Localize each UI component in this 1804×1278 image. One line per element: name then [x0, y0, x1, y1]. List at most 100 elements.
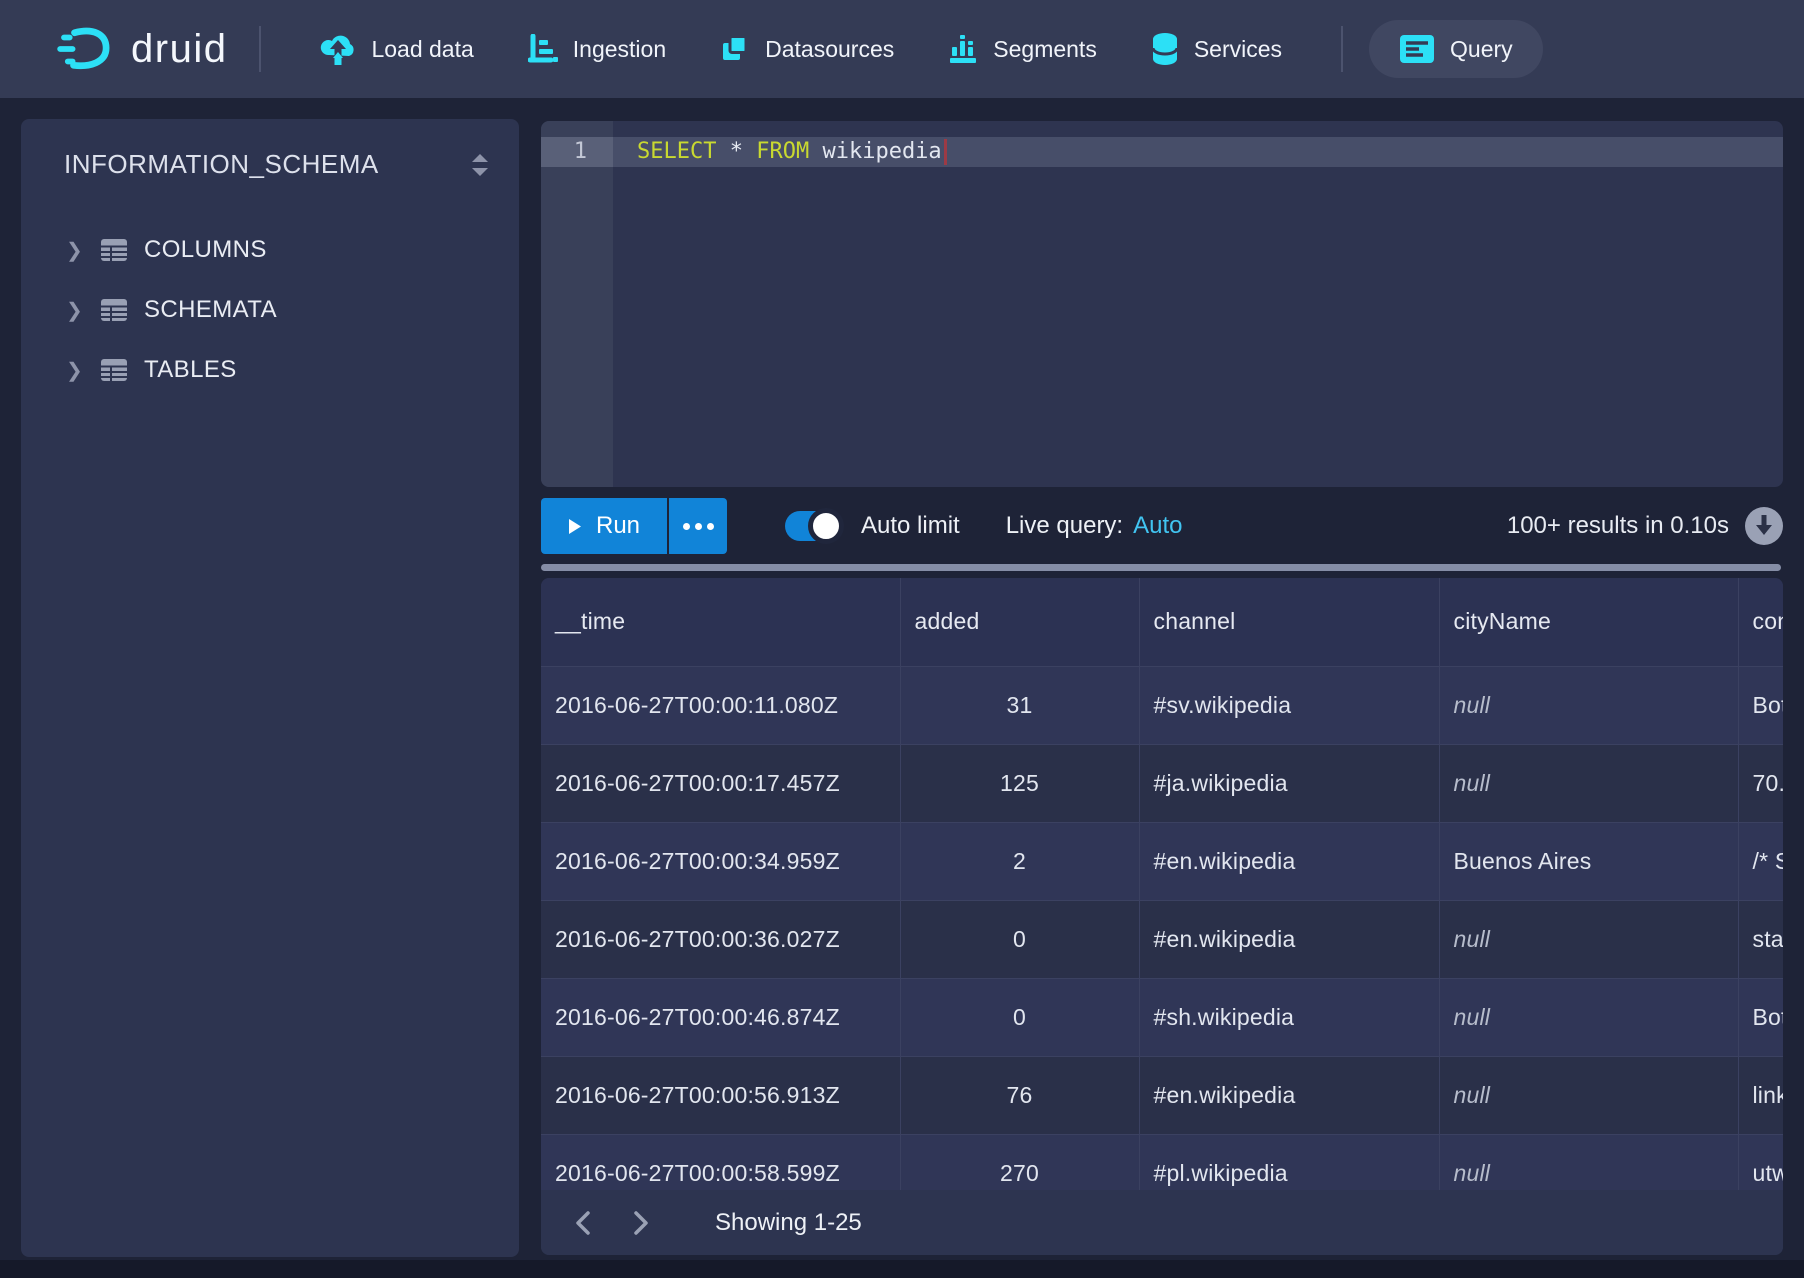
- nav-item-services[interactable]: Services: [1124, 20, 1309, 78]
- top-navbar: druid Load data Ingestion: [0, 0, 1804, 98]
- sql-editor[interactable]: 1 SELECT * FROM wikipedia: [541, 121, 1783, 487]
- cell-time[interactable]: 2016-06-27T00:00:17.457Z: [541, 744, 900, 822]
- cell-time[interactable]: 2016-06-27T00:00:46.874Z: [541, 978, 900, 1056]
- more-dots-icon: [683, 523, 690, 530]
- table-icon: [100, 296, 144, 324]
- cell-channel[interactable]: #sh.wikipedia: [1139, 978, 1439, 1056]
- nav-item-label: Segments: [993, 36, 1097, 63]
- cell-channel[interactable]: #en.wikipedia: [1139, 822, 1439, 900]
- nav-item-datasources[interactable]: Datasources: [693, 20, 921, 78]
- tree-item-schemata[interactable]: ❯ SCHEMATA: [21, 280, 519, 340]
- horizontal-scrollbar[interactable]: [541, 564, 1781, 571]
- sql-space: [743, 139, 756, 164]
- run-button[interactable]: Run: [541, 498, 667, 554]
- live-query-value[interactable]: Auto: [1133, 512, 1182, 540]
- auto-limit-toggle[interactable]: [785, 511, 841, 541]
- tree-item-tables[interactable]: ❯ TABLES: [21, 340, 519, 400]
- nav-item-label: Ingestion: [573, 36, 666, 63]
- table-icon: [100, 236, 144, 264]
- druid-logo[interactable]: druid: [57, 26, 227, 72]
- cell-added[interactable]: 76: [900, 1056, 1139, 1134]
- nav-item-query[interactable]: Query: [1369, 20, 1543, 78]
- previous-page-button[interactable]: [561, 1201, 605, 1245]
- nav-item-load-data[interactable]: Load data: [293, 20, 500, 78]
- cell-cityname[interactable]: null: [1439, 978, 1738, 1056]
- column-header-added[interactable]: added: [900, 578, 1139, 666]
- cell-cityname[interactable]: null: [1439, 666, 1738, 744]
- showing-range-label: Showing 1-25: [715, 1209, 862, 1237]
- sql-star: *: [730, 139, 743, 164]
- tree-item-label: TABLES: [144, 356, 237, 384]
- sql-space: [809, 139, 822, 164]
- chevron-right-icon[interactable]: ❯: [66, 358, 100, 383]
- results-summary: 100+ results in 0.10s: [1507, 512, 1729, 540]
- cell-added[interactable]: 31: [900, 666, 1139, 744]
- next-page-button[interactable]: [619, 1201, 663, 1245]
- column-header-comment[interactable]: comment: [1738, 578, 1783, 666]
- table-row[interactable]: 2016-06-27T00:00:58.599Z 270 #pl.wikiped…: [541, 1134, 1783, 1190]
- cell-time[interactable]: 2016-06-27T00:00:11.080Z: [541, 666, 900, 744]
- cell-comment[interactable]: /* S: [1738, 822, 1783, 900]
- cell-comment[interactable]: 70.: [1738, 744, 1783, 822]
- sql-text[interactable]: SELECT * FROM wikipedia: [613, 137, 1783, 167]
- sql-space: [716, 139, 729, 164]
- column-header-cityname[interactable]: cityName: [1439, 578, 1738, 666]
- cell-added[interactable]: 270: [900, 1134, 1139, 1190]
- download-results-button[interactable]: [1745, 507, 1783, 545]
- results-table: __time added channel cityName comment 20…: [541, 578, 1783, 1190]
- cell-channel[interactable]: #en.wikipedia: [1139, 1056, 1439, 1134]
- chevron-left-icon: [573, 1209, 593, 1237]
- cell-cityname[interactable]: null: [1439, 1134, 1738, 1190]
- cell-added[interactable]: 0: [900, 978, 1139, 1056]
- more-dots-icon: [707, 523, 714, 530]
- cell-channel[interactable]: #ja.wikipedia: [1139, 744, 1439, 822]
- cell-time[interactable]: 2016-06-27T00:00:34.959Z: [541, 822, 900, 900]
- cell-comment[interactable]: utw: [1738, 1134, 1783, 1190]
- table-row[interactable]: 2016-06-27T00:00:56.913Z 76 #en.wikipedi…: [541, 1056, 1783, 1134]
- cell-cityname[interactable]: null: [1439, 1056, 1738, 1134]
- tree-item-columns[interactable]: ❯ COLUMNS: [21, 220, 519, 280]
- cell-added[interactable]: 125: [900, 744, 1139, 822]
- editor-active-line[interactable]: 1 SELECT * FROM wikipedia: [541, 137, 1783, 167]
- table-row[interactable]: 2016-06-27T00:00:17.457Z 125 #ja.wikiped…: [541, 744, 1783, 822]
- run-button-label: Run: [596, 512, 640, 540]
- table-header-row: __time added channel cityName comment: [541, 578, 1783, 666]
- cell-channel[interactable]: #sv.wikipedia: [1139, 666, 1439, 744]
- cell-comment[interactable]: Bot: [1738, 978, 1783, 1056]
- cell-time[interactable]: 2016-06-27T00:00:56.913Z: [541, 1056, 900, 1134]
- column-header-channel[interactable]: channel: [1139, 578, 1439, 666]
- cell-time[interactable]: 2016-06-27T00:00:58.599Z: [541, 1134, 900, 1190]
- sql-table-name: wikipedia: [822, 139, 941, 164]
- schema-sidebar: INFORMATION_SCHEMA ❯ COLUMNS ❯: [21, 119, 519, 1257]
- cell-comment[interactable]: Bot: [1738, 666, 1783, 744]
- cell-comment[interactable]: link: [1738, 1056, 1783, 1134]
- cell-channel[interactable]: #en.wikipedia: [1139, 900, 1439, 978]
- nav-item-ingestion[interactable]: Ingestion: [501, 20, 693, 78]
- table-row[interactable]: 2016-06-27T00:00:46.874Z 0 #sh.wikipedia…: [541, 978, 1783, 1056]
- table-row[interactable]: 2016-06-27T00:00:34.959Z 2 #en.wikipedia…: [541, 822, 1783, 900]
- cell-added[interactable]: 0: [900, 900, 1139, 978]
- cell-cityname[interactable]: null: [1439, 744, 1738, 822]
- sql-keyword: FROM: [756, 139, 809, 164]
- nav-item-label: Query: [1450, 36, 1513, 63]
- run-more-button[interactable]: [669, 498, 727, 554]
- column-header-time[interactable]: __time: [541, 578, 900, 666]
- table-row[interactable]: 2016-06-27T00:00:36.027Z 0 #en.wikipedia…: [541, 900, 1783, 978]
- results-table-area: __time added channel cityName comment 20…: [541, 578, 1783, 1190]
- chevron-right-icon[interactable]: ❯: [66, 238, 100, 263]
- cell-comment[interactable]: sta: [1738, 900, 1783, 978]
- druid-wordmark: druid: [131, 27, 227, 72]
- double-caret-vertical-icon[interactable]: [469, 152, 491, 178]
- chevron-right-icon[interactable]: ❯: [66, 298, 100, 323]
- nav-item-label: Services: [1194, 36, 1282, 63]
- results-rows: 2016-06-27T00:00:11.080Z 31 #sv.wikipedi…: [541, 666, 1783, 1190]
- cell-added[interactable]: 2: [900, 822, 1139, 900]
- results-panel: __time added channel cityName comment 20…: [541, 578, 1783, 1255]
- navbar-divider: [259, 26, 261, 72]
- cell-cityname[interactable]: Buenos Aires: [1439, 822, 1738, 900]
- cell-time[interactable]: 2016-06-27T00:00:36.027Z: [541, 900, 900, 978]
- cell-cityname[interactable]: null: [1439, 900, 1738, 978]
- nav-item-segments[interactable]: Segments: [921, 20, 1124, 78]
- table-row[interactable]: 2016-06-27T00:00:11.080Z 31 #sv.wikipedi…: [541, 666, 1783, 744]
- cell-channel[interactable]: #pl.wikipedia: [1139, 1134, 1439, 1190]
